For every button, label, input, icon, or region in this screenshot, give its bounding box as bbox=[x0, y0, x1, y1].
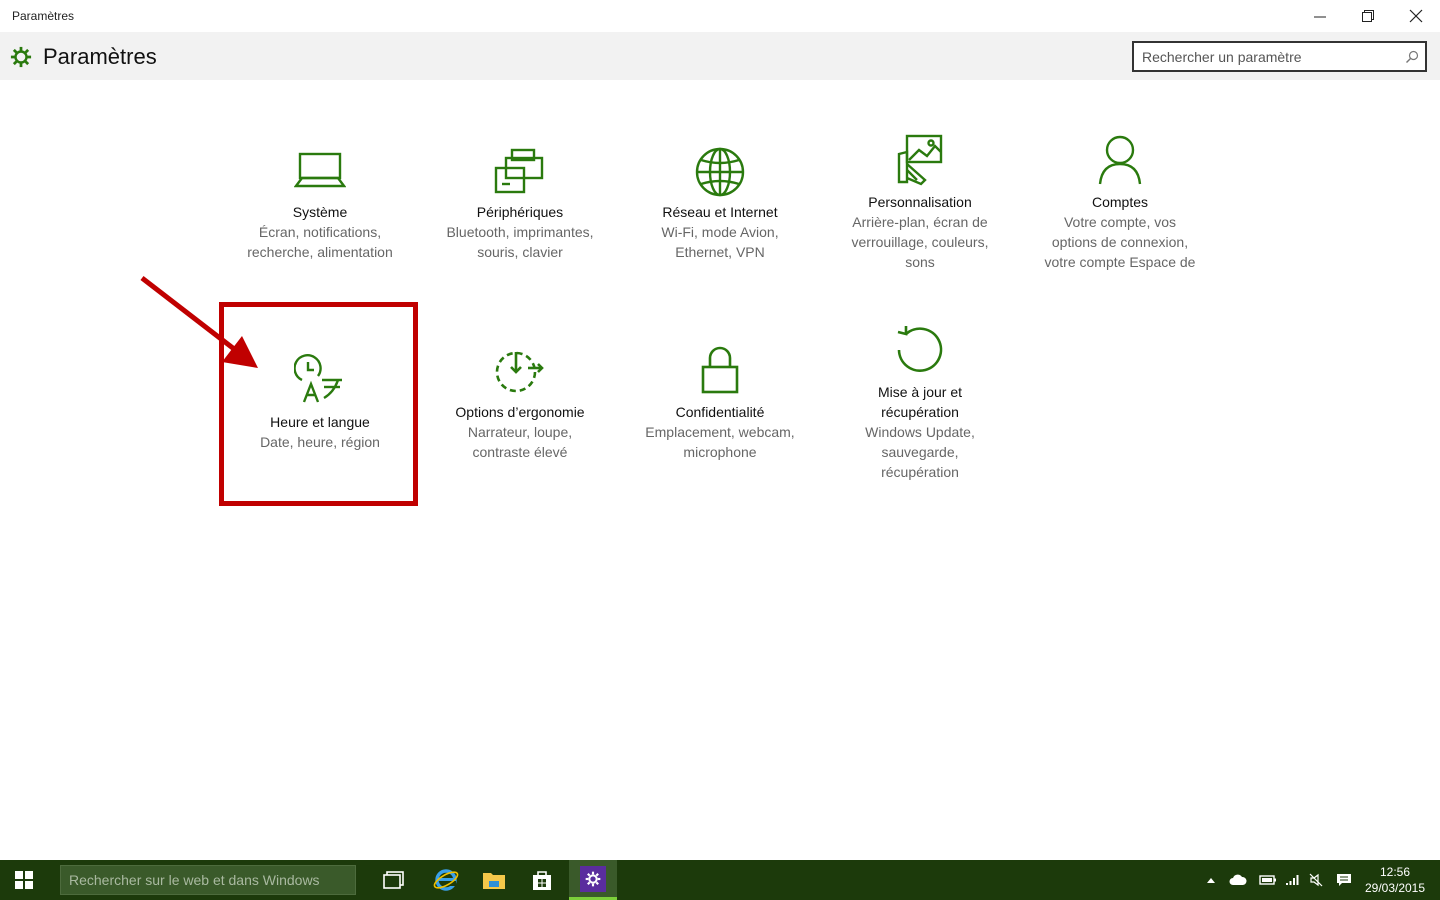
tile-personnalisation[interactable]: Personnalisation Arrière-plan, écran de … bbox=[820, 130, 1020, 280]
tile-description: Écran, notifications, bbox=[258, 224, 382, 240]
minimize-button[interactable] bbox=[1297, 0, 1343, 32]
taskbar: 12:56 29/03/2015 bbox=[0, 860, 1440, 900]
action-center-button[interactable] bbox=[1332, 860, 1356, 900]
volume-button[interactable] bbox=[1305, 860, 1327, 900]
gear-icon bbox=[585, 871, 601, 886]
tile-systeme[interactable]: Système Écran, notifications, recherche,… bbox=[220, 140, 420, 280]
show-hidden-icons-button[interactable] bbox=[1202, 860, 1220, 900]
windows-logo-icon bbox=[15, 871, 33, 889]
tile-description: sons bbox=[905, 254, 935, 270]
tile-description: Bluetooth, imprimantes, bbox=[446, 224, 594, 240]
task-view-button[interactable] bbox=[370, 860, 418, 900]
minimize-icon bbox=[1314, 16, 1326, 18]
tile-comptes[interactable]: Comptes Votre compte, vos options de con… bbox=[1020, 130, 1220, 280]
tile-confidentialite[interactable]: Confidentialité Emplacement, webcam, mic… bbox=[620, 345, 820, 465]
battery-icon bbox=[1259, 875, 1276, 885]
start-button[interactable] bbox=[0, 860, 48, 900]
tile-description: Windows Update, bbox=[865, 424, 975, 440]
tile-description: souris, clavier bbox=[477, 244, 563, 260]
taskbar-search[interactable] bbox=[60, 865, 356, 895]
taskbar-clock[interactable]: 12:56 29/03/2015 bbox=[1360, 864, 1430, 896]
battery-button[interactable] bbox=[1256, 860, 1280, 900]
notification-icon bbox=[1337, 874, 1351, 886]
internet-explorer-button[interactable] bbox=[422, 860, 470, 900]
close-button[interactable] bbox=[1393, 0, 1439, 32]
clock-date: 29/03/2015 bbox=[1364, 881, 1426, 895]
tile-description: Wi-Fi, mode Avion, bbox=[661, 224, 779, 240]
tile-description: Arrière-plan, écran de bbox=[852, 214, 988, 230]
tile-description: Ethernet, VPN bbox=[675, 244, 765, 260]
tile-peripheriques[interactable]: Périphériques Bluetooth, imprimantes, so… bbox=[420, 140, 620, 280]
tile-title: Options d’ergonomie bbox=[455, 404, 585, 420]
tile-title: Système bbox=[292, 204, 348, 220]
tile-title: récupération bbox=[881, 404, 959, 420]
store-button[interactable] bbox=[518, 860, 566, 900]
tile-title: Comptes bbox=[1091, 194, 1149, 210]
tile-title: Périphériques bbox=[476, 204, 564, 220]
annotation-arrow-icon bbox=[140, 276, 258, 368]
devices-icon bbox=[494, 146, 546, 196]
tile-reseau[interactable]: Réseau et Internet Wi-Fi, mode Avion, Et… bbox=[620, 140, 820, 280]
file-explorer-button[interactable] bbox=[470, 860, 518, 900]
page-title: Paramètres bbox=[43, 44, 157, 69]
tile-description: Votre compte, vos bbox=[1063, 214, 1177, 230]
tile-description: votre compte Espace de bbox=[1044, 254, 1196, 270]
signal-icon bbox=[1286, 875, 1299, 885]
tile-description: recherche, alimentation bbox=[247, 244, 393, 260]
store-icon bbox=[533, 871, 551, 890]
task-view-icon bbox=[383, 871, 404, 889]
tile-description: récupération bbox=[881, 464, 959, 480]
tile-description: contraste élevé bbox=[472, 444, 568, 460]
network-button[interactable] bbox=[1282, 860, 1302, 900]
tile-title: Personnalisation bbox=[868, 194, 972, 210]
tile-title: Confidentialité bbox=[675, 404, 765, 420]
chevron-up-icon bbox=[1207, 878, 1215, 883]
tile-mise-a-jour[interactable]: Mise à jour et récupération Windows Upda… bbox=[820, 322, 1020, 482]
update-icon bbox=[894, 324, 946, 376]
personalization-icon bbox=[895, 134, 945, 186]
volume-muted-icon bbox=[1309, 873, 1323, 887]
person-icon bbox=[1096, 134, 1144, 186]
gear-icon bbox=[10, 46, 32, 68]
restore-icon bbox=[1362, 10, 1374, 22]
settings-search[interactable] bbox=[1132, 41, 1427, 72]
clock-time: 12:56 bbox=[1379, 865, 1411, 879]
settings-app-button[interactable] bbox=[569, 860, 617, 900]
close-icon bbox=[1409, 9, 1423, 23]
tile-description: microphone bbox=[683, 444, 757, 460]
tile-description: Emplacement, webcam, bbox=[645, 424, 795, 440]
tile-description: Narrateur, loupe, bbox=[467, 424, 573, 440]
globe-icon bbox=[694, 146, 746, 198]
taskbar-search-input[interactable] bbox=[69, 872, 339, 888]
lock-icon bbox=[700, 345, 740, 395]
window-title: Paramètres bbox=[12, 9, 75, 23]
onedrive-button[interactable] bbox=[1226, 860, 1250, 900]
internet-explorer-icon bbox=[433, 869, 459, 891]
restore-button[interactable] bbox=[1345, 0, 1391, 32]
ease-of-access-icon bbox=[494, 350, 546, 394]
cloud-icon bbox=[1229, 874, 1247, 885]
search-input[interactable] bbox=[1142, 47, 1392, 67]
settings-app-icon bbox=[580, 865, 606, 892]
tile-description: options de connexion, bbox=[1051, 234, 1189, 250]
folder-icon bbox=[483, 873, 505, 889]
tile-ergonomie[interactable]: Options d’ergonomie Narrateur, loupe, co… bbox=[420, 350, 620, 470]
tile-description: verrouillage, couleurs, bbox=[851, 234, 989, 250]
tile-title: Mise à jour et bbox=[877, 384, 963, 400]
tile-title: Réseau et Internet bbox=[662, 204, 778, 220]
title-bar: Paramètres bbox=[0, 0, 1440, 32]
laptop-icon bbox=[294, 150, 346, 190]
search-icon[interactable] bbox=[1405, 50, 1419, 64]
tile-description: sauvegarde, bbox=[881, 444, 959, 460]
